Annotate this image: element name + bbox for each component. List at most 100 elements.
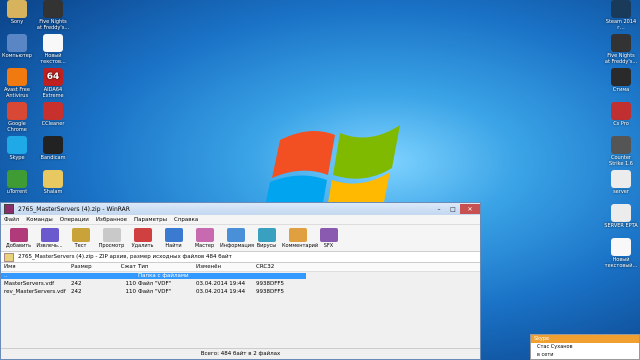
- skype-icon: [7, 136, 27, 154]
- toolbar-button-label: Добавить: [5, 243, 32, 249]
- shortcut-label: Компьютер: [2, 53, 32, 59]
- desktop-shortcut[interactable]: Google Chrome: [0, 102, 34, 133]
- cell-crc: 9938DFF5: [256, 289, 285, 295]
- title-bar[interactable]: 2765_MasterServers (4).zip - WinRAR – □ …: [1, 203, 480, 215]
- folder-icon: [43, 170, 63, 188]
- menu-favorites[interactable]: Избранное: [96, 217, 127, 223]
- toolbar-button-label: Комментарий: [282, 243, 319, 249]
- desktop-shortcut[interactable]: uTorrent: [0, 170, 34, 195]
- table-row[interactable]: MasterServers.vdf 242 110 Файл "VDF" 03.04.2…: [1, 280, 480, 288]
- desktop-shortcut[interactable]: Skype: [0, 136, 34, 161]
- find-icon: [164, 228, 183, 242]
- desktop-shortcut[interactable]: Five Nights at Freddy's...: [604, 34, 638, 65]
- desktop-shortcut[interactable]: Avast Free Antivirus: [0, 68, 34, 99]
- column-modified[interactable]: Изменён: [196, 264, 256, 270]
- desktop-shortcut[interactable]: CCleaner: [36, 102, 70, 127]
- toolbar-button[interactable]: Тест: [65, 228, 96, 251]
- desktop-shortcut[interactable]: Shalam: [36, 170, 70, 195]
- text-file-icon: [43, 34, 63, 52]
- desktop-shortcut[interactable]: Стима: [604, 68, 638, 93]
- utorrent-icon: [7, 170, 27, 188]
- column-size[interactable]: Размер: [71, 264, 116, 270]
- extract-icon: [40, 228, 59, 242]
- desktop-shortcut[interactable]: Counter Strike 1.6: [604, 136, 638, 167]
- cell-size: 242: [71, 289, 82, 295]
- shortcut-label: Counter Strike 1.6: [609, 155, 633, 167]
- menu-help[interactable]: Справка: [174, 217, 198, 223]
- cell-size: 242: [71, 281, 82, 287]
- shortcut-label: Cs Pro: [613, 121, 629, 127]
- menu-operations[interactable]: Операции: [60, 217, 89, 223]
- shortcut-label: CCleaner: [41, 121, 65, 127]
- desktop-shortcut[interactable]: Компьютер: [0, 34, 34, 59]
- virus-scan-icon: [257, 228, 276, 242]
- menu-file[interactable]: Файл: [4, 217, 19, 223]
- toolbar-button[interactable]: Комментарий: [282, 228, 319, 251]
- cell-type: Файл "VDF": [138, 281, 172, 287]
- desktop-shortcut[interactable]: Новый текстов...: [36, 34, 70, 65]
- address-text: 2765_MasterServers (4).zip - ZIP архив, …: [18, 254, 232, 260]
- toolbar-button[interactable]: Информация: [220, 228, 255, 251]
- cell-type: Файл "VDF": [138, 289, 172, 295]
- cell-crc: 9938DFF5: [256, 281, 285, 287]
- cell-packed: 110: [125, 289, 137, 295]
- cell-modified: [196, 273, 256, 279]
- toolbar-button[interactable]: Вирусы: [251, 228, 282, 251]
- shortcut-label: Стима: [612, 87, 630, 93]
- shortcut-label: Shalam: [43, 189, 63, 195]
- table-row[interactable]: .. Папка с файлами: [1, 272, 480, 280]
- toolbar-button[interactable]: Мастер: [189, 228, 220, 251]
- desktop-shortcut[interactable]: Steam 2014 г...: [604, 0, 638, 31]
- avast-icon: [7, 68, 27, 86]
- bandicam-icon: [43, 136, 63, 154]
- column-type[interactable]: Тип: [138, 264, 196, 270]
- contact-name: Стас Суханов: [537, 344, 573, 350]
- add-archive-icon: [9, 228, 28, 242]
- toolbar-button-label: Найти: [165, 243, 182, 249]
- file-list-header: Имя Размер Сжат Тип Изменён CRC32: [1, 263, 480, 272]
- desktop-shortcut[interactable]: Cs Pro: [604, 102, 638, 127]
- skype-notification[interactable]: Skype Стас Суханов в сети: [530, 334, 640, 360]
- address-bar[interactable]: 2765_MasterServers (4).zip - ZIP архив, …: [1, 252, 480, 263]
- shortcut-label: Steam 2014 г...: [605, 19, 637, 31]
- desktop-shortcut[interactable]: Новый текстовый...: [604, 238, 638, 269]
- desktop-shortcut[interactable]: Five Nights at Freddy's...: [36, 0, 70, 31]
- close-button[interactable]: ✕: [460, 204, 480, 214]
- toolbar-button[interactable]: Удалить: [127, 228, 158, 251]
- menu-commands[interactable]: Команды: [26, 217, 53, 223]
- shortcut-label: AIDA64 Extreme: [42, 87, 64, 99]
- desktop-shortcut[interactable]: Bandicam: [36, 136, 70, 161]
- shortcut-label: Новый текстовый...: [604, 257, 638, 269]
- column-crc[interactable]: CRC32: [256, 264, 306, 270]
- desktop-shortcut[interactable]: Sony: [0, 0, 34, 25]
- steam-icon: [611, 0, 631, 18]
- cell-crc: [256, 273, 306, 279]
- desktop-shortcut[interactable]: server: [604, 170, 638, 195]
- toolbar-button[interactable]: Найти: [158, 228, 189, 251]
- winrar-window[interactable]: 2765_MasterServers (4).zip - WinRAR – □ …: [0, 202, 481, 360]
- toolbar: Добавить Извлечь... Тест Просмотр Удалить Най…: [1, 225, 480, 252]
- menu-options[interactable]: Параметры: [134, 217, 167, 223]
- toolbar-button-label: Извлечь...: [36, 243, 63, 249]
- maximize-button[interactable]: □: [446, 204, 460, 214]
- toolbar-button[interactable]: Просмотр: [96, 228, 127, 251]
- aida64-icon: 64: [43, 68, 63, 86]
- user-folder-icon: [7, 0, 27, 18]
- desktop-shortcut[interactable]: SERVER EPTA: [604, 204, 638, 229]
- shortcut-label: uTorrent: [6, 189, 28, 195]
- table-row[interactable]: rev_MasterServers.vdf 242 110 Файл "VDF" 03.…: [1, 288, 480, 296]
- column-name[interactable]: Имя: [1, 264, 71, 270]
- toolbar-button[interactable]: Извлечь...: [34, 228, 65, 251]
- wizard-icon: [195, 228, 214, 242]
- server-file-icon: [611, 204, 631, 222]
- toolbar-button[interactable]: Добавить: [3, 228, 34, 251]
- chrome-icon: [7, 102, 27, 120]
- up-folder-icon[interactable]: [4, 252, 14, 262]
- cell-modified: 03.04.2014 19:44: [196, 281, 246, 287]
- toolbar-button[interactable]: SFX: [313, 228, 344, 251]
- view-icon: [102, 228, 121, 242]
- column-packed[interactable]: Сжат: [116, 264, 138, 270]
- minimize-button[interactable]: –: [432, 204, 446, 214]
- toolbar-button-label: Информация: [220, 243, 255, 249]
- desktop-shortcut[interactable]: 64 AIDA64 Extreme: [36, 68, 70, 99]
